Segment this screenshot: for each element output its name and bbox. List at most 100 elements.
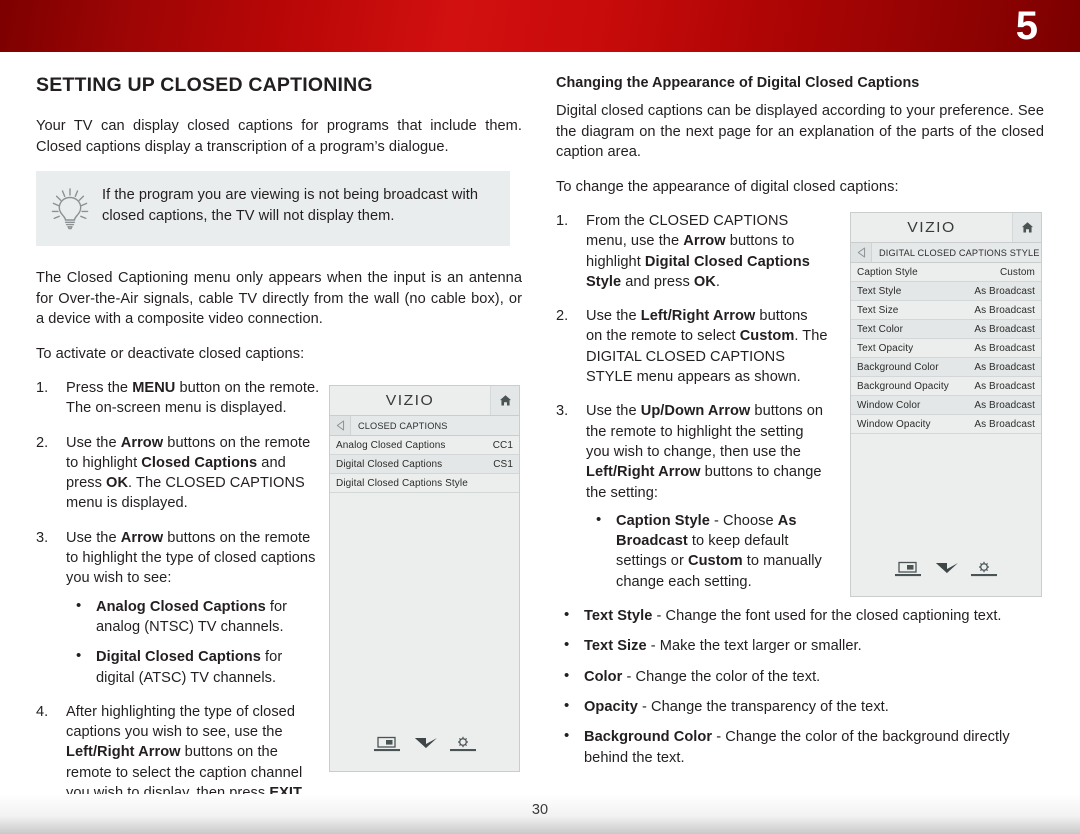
gear-icon[interactable] <box>449 736 477 757</box>
page-title: SETTING UP CLOSED CAPTIONING <box>36 74 373 96</box>
right-steps-list: 1. From the CLOSED CAPTIONS menu, use the… <box>556 211 828 592</box>
tv-menu-digital-closed-captions-style: VIZIO DIGITAL CLOSED CAPTIONS STYLE Capt… <box>850 212 1042 597</box>
tv-menu-row-label: Text Opacity <box>857 342 914 354</box>
emphasis-text: OK <box>693 273 716 290</box>
home-icon[interactable] <box>490 386 519 415</box>
tv-menu-rows: Caption Style Custom Text Style As Broadcas… <box>851 263 1041 434</box>
plain-text: . <box>715 273 720 290</box>
tv-menu-row[interactable]: Window Color As Broadcast <box>851 396 1041 415</box>
tv-menu-row[interactable]: Text Color As Broadcast <box>851 320 1041 339</box>
left-steps-list: 1. Press the MENU button on the remote. T… <box>36 378 321 803</box>
tv-menu-row[interactable]: Analog Closed Captions CC1 <box>330 436 519 455</box>
breadcrumb: CLOSED CAPTIONS <box>358 420 448 431</box>
tv-menu-row-value: As Broadcast <box>974 323 1035 335</box>
tv-menu-breadcrumb-bar: DIGITAL CLOSED CAPTIONS STYLE <box>851 243 1041 263</box>
tv-menu-row-value: Custom <box>999 266 1035 278</box>
double-chevron-down-icon[interactable] <box>413 736 439 757</box>
list-item: • Text Style - Change the font used for t… <box>556 606 1026 626</box>
tv-menu-row-value: CS1 <box>493 458 513 470</box>
bullet-marker: • <box>564 727 570 745</box>
tv-menu-row[interactable]: Window Opacity As Broadcast <box>851 415 1041 434</box>
bullet-marker: • <box>596 510 602 528</box>
emphasis-text: MENU <box>132 380 176 396</box>
emphasis-text: Left/Right Arrow <box>66 744 181 761</box>
tv-menu-row[interactable]: Text Style As Broadcast <box>851 282 1041 301</box>
numbered-step: 2. Use the Left/Right Arrow buttons on th… <box>556 306 828 387</box>
tv-menu-brand-bar: VIZIO <box>330 386 519 416</box>
tv-menu-row-label: Caption Style <box>857 266 918 278</box>
tv-menu-row[interactable]: Digital Closed Captions CS1 <box>330 455 519 474</box>
back-arrow-icon[interactable] <box>851 243 872 262</box>
list-item: • Text Size - Make the text larger or sma… <box>556 636 1026 656</box>
tv-menu-row-label: Digital Closed Captions Style <box>336 477 468 489</box>
tv-menu-row-value: As Broadcast <box>974 380 1035 392</box>
list-item: • Analog Closed Captions for analog (NTSC… <box>66 597 321 638</box>
tv-menu-row[interactable]: Caption Style Custom <box>851 263 1041 282</box>
gear-icon[interactable] <box>970 561 998 582</box>
home-icon-glyph <box>499 395 511 406</box>
emphasis-text: Arrow <box>120 434 164 451</box>
plain-text: Press the <box>66 380 133 396</box>
emphasis-text: Caption Style <box>616 512 710 529</box>
emphasis-text: OK <box>106 475 129 492</box>
tv-menu-breadcrumb-bar: CLOSED CAPTIONS <box>330 416 519 436</box>
numbered-step: 3. Use the Arrow buttons on the remote to… <box>36 528 321 688</box>
home-icon-glyph <box>1021 222 1033 233</box>
tv-menu-closed-captions: VIZIO CLOSED CAPTIONS Analog Closed Capt… <box>329 385 520 772</box>
intro-paragraph: Your TV can display closed captions for … <box>36 118 522 155</box>
tv-menu-footer-icons <box>851 561 1041 582</box>
picture-mode-icon[interactable] <box>894 561 924 582</box>
tv-menu-row-label: Background Opacity <box>857 380 949 392</box>
emphasis-text: Background Color <box>584 729 713 746</box>
breadcrumb: DIGITAL CLOSED CAPTIONS STYLE <box>879 247 1040 258</box>
tv-menu-row[interactable]: Digital Closed Captions Style <box>330 474 519 493</box>
tv-menu-row-label: Window Color <box>857 399 921 411</box>
back-arrow-icon[interactable] <box>330 416 351 435</box>
tv-menu-row[interactable]: Background Color As Broadcast <box>851 358 1041 377</box>
plain-text: - Change the transparency of the text. <box>637 698 889 715</box>
bullet-marker: • <box>564 666 570 684</box>
plain-text: Use the <box>586 308 641 325</box>
list-item: • Opacity - Change the transparency of th… <box>556 697 1026 717</box>
tv-menu-row-label: Window Opacity <box>857 418 931 430</box>
emphasis-text: Left/Right Arrow <box>640 308 756 325</box>
emphasis-text: Up/Down Arrow <box>640 403 751 420</box>
emphasis-text: Analog Closed Captions <box>96 598 266 615</box>
bullet-marker: • <box>564 636 570 654</box>
emphasis-text: Left/Right Arrow <box>586 464 701 481</box>
tv-menu-row-label: Digital Closed Captions <box>336 458 443 470</box>
tv-menu-row-label: Background Color <box>857 361 939 373</box>
emphasis-text: Digital Closed Captions <box>96 649 261 666</box>
back-arrow-glyph <box>336 420 344 431</box>
bullet-marker: • <box>564 696 570 714</box>
activate-lead-in: To activate or deactivate closed caption… <box>36 345 305 362</box>
plain-text: After highlighting the type of closed ca… <box>66 703 296 741</box>
step-number: 3. <box>36 529 49 546</box>
lightbulb-icon <box>48 186 92 230</box>
emphasis-text: Arrow <box>120 529 164 546</box>
change-appearance-lead-in: To change the appearance of digital clos… <box>556 178 899 195</box>
home-icon[interactable] <box>1012 213 1041 242</box>
tv-menu-row[interactable]: Background Opacity As Broadcast <box>851 377 1041 396</box>
list-item: • Color - Change the color of the text. <box>556 667 1026 687</box>
plain-text: - Make the text larger or smaller. <box>646 638 862 655</box>
step-number: 1. <box>556 213 569 229</box>
plain-text: Use the <box>66 529 121 546</box>
right-intro-paragraph: Digital closed captions can be displayed… <box>556 103 1044 160</box>
tip-callout-box: If the program you are viewing is not be… <box>36 171 510 246</box>
picture-mode-icon[interactable] <box>373 736 403 757</box>
double-chevron-down-icon[interactable] <box>934 561 960 582</box>
plain-text: and press <box>621 273 694 290</box>
page-footer: 30 <box>0 794 1080 834</box>
step-number: 2. <box>556 308 569 325</box>
step-sub-bullets: • Caption Style - Choose As Broadcast to … <box>586 511 828 592</box>
bullet-marker: • <box>564 606 570 624</box>
tv-menu-row[interactable]: Text Size As Broadcast <box>851 301 1041 320</box>
step-number: 4. <box>36 703 49 720</box>
tv-menu-row-value: CC1 <box>492 439 513 451</box>
step-number: 3. <box>556 403 569 420</box>
tv-menu-row[interactable]: Text Opacity As Broadcast <box>851 339 1041 358</box>
tv-menu-row-label: Text Color <box>857 323 904 335</box>
plain-text: Use the <box>66 434 121 451</box>
tip-text: If the program you are viewing is not be… <box>102 187 479 224</box>
